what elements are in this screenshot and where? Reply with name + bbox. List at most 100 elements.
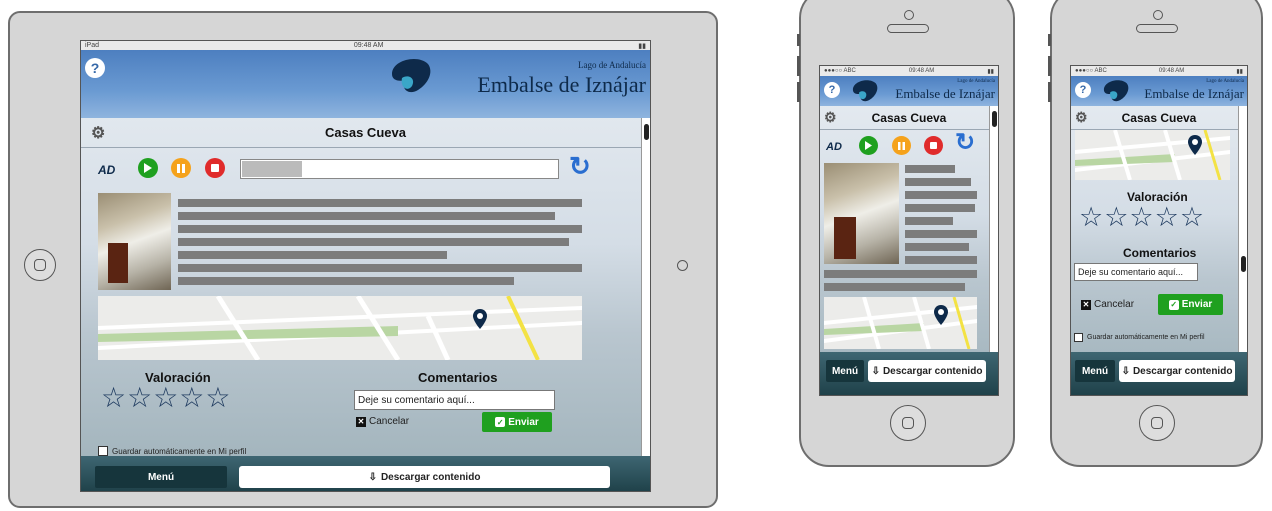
play-icon[interactable]	[138, 158, 158, 178]
cancel-label: Cancelar	[369, 416, 410, 427]
scrollbar[interactable]	[989, 106, 998, 352]
stop-icon[interactable]	[924, 136, 943, 155]
download-label: Descargar contenido	[1132, 365, 1233, 377]
page-title: Casas Cueva	[1121, 110, 1197, 125]
battery-icon: ▮▮	[638, 42, 646, 50]
gear-icon[interactable]: ⚙	[1075, 109, 1088, 126]
brand-subtitle: Lago de Andalucía	[957, 79, 995, 84]
brand-title: Embalse de Iznájar	[477, 72, 646, 97]
send-button[interactable]: ✓ Enviar	[1158, 294, 1223, 315]
app-footer: Menú ⇩ Descargar contenido	[1071, 352, 1247, 395]
rating-stars[interactable]: ☆☆☆☆☆	[1079, 202, 1205, 233]
cancel-button[interactable]: ✕ Cancelar	[1081, 299, 1134, 310]
menu-button[interactable]: Menú	[1075, 360, 1115, 382]
scrollbar-thumb[interactable]	[644, 124, 649, 140]
clock: 09:48 AM	[1158, 68, 1185, 74]
phone-device-2: ●●●○○ ABC 09:48 AM ▮▮ ? Lago de Andalucí…	[1048, 0, 1263, 467]
phone-speaker	[1136, 24, 1178, 33]
audio-description-icon[interactable]: AD	[826, 141, 842, 153]
scrollbar[interactable]	[641, 118, 650, 456]
download-icon: ⇩	[871, 365, 880, 377]
save-profile-checkbox[interactable]: Guardar automáticamente en Mi perfil	[98, 446, 246, 456]
phone-home-button[interactable]	[890, 405, 926, 441]
phone-home-button[interactable]	[1139, 405, 1175, 441]
page-title: Casas Cueva	[325, 125, 406, 140]
send-button[interactable]: ✓ Enviar	[482, 412, 552, 432]
save-profile-label: Guardar automáticamente en Mi perfil	[1087, 334, 1205, 341]
download-button[interactable]: ⇩ Descargar contenido	[868, 360, 986, 382]
page-title-bar: ⚙ Casas Cueva	[1071, 106, 1247, 130]
stop-icon[interactable]	[205, 158, 225, 178]
location-map[interactable]	[98, 296, 582, 360]
phone-screen-1: ●●●○○ ABC 09:48 AM ▮▮ ? Lago de Andalucí…	[819, 65, 999, 396]
tablet-home-button[interactable]	[24, 249, 56, 281]
close-icon: ✕	[356, 416, 366, 427]
status-bar: ●●●○○ ABC 09:48 AM ▮▮	[1071, 66, 1247, 76]
cancel-label: Cancelar	[1094, 299, 1135, 310]
help-icon[interactable]: ?	[824, 82, 840, 98]
gear-icon[interactable]: ⚙	[824, 109, 837, 126]
pause-icon[interactable]	[171, 158, 191, 178]
rating-stars[interactable]: ☆☆☆☆☆	[101, 381, 232, 414]
check-icon: ✓	[495, 417, 506, 427]
refresh-icon[interactable]: ↻	[569, 151, 591, 182]
phone-camera	[904, 10, 914, 20]
send-label: Enviar	[508, 416, 539, 428]
close-icon: ✕	[1081, 299, 1091, 310]
map-pin-icon	[934, 305, 948, 325]
status-bar: ●●●○○ ABC 09:48 AM ▮▮	[820, 66, 998, 76]
comment-input[interactable]: Deje su comentario aquí...	[1074, 263, 1198, 281]
help-icon[interactable]: ?	[1075, 82, 1091, 98]
pause-icon[interactable]	[892, 136, 911, 155]
brand-subtitle: Lago de Andalucía	[1206, 79, 1244, 84]
location-map[interactable]	[1075, 130, 1230, 180]
clock: 09:48 AM	[353, 42, 384, 49]
phone-camera	[1153, 10, 1163, 20]
app-header: ? Lago de Andalucía Embalse de Iznájar	[81, 50, 650, 118]
brand-title: Embalse de Iznájar	[1144, 86, 1244, 101]
app-footer: Menú ⇩ Descargar contenido	[820, 352, 998, 395]
status-bar: iPad 09:48 AM ▮▮	[81, 41, 650, 50]
battery-icon: ▮▮	[987, 68, 994, 75]
checkbox[interactable]	[98, 446, 108, 456]
download-button[interactable]: ⇩ Descargar contenido	[239, 466, 610, 488]
map-pin-icon	[473, 309, 487, 329]
location-map[interactable]	[824, 297, 977, 349]
download-label: Descargar contenido	[380, 471, 481, 483]
carrier-label: ●●●○○ ABC	[1075, 68, 1107, 74]
tablet-screen: iPad 09:48 AM ▮▮ ? Lago de Andalucía Emb…	[80, 40, 651, 492]
comment-input[interactable]: Deje su comentario aquí...	[354, 390, 555, 410]
cancel-button[interactable]: ✕ Cancelar	[356, 416, 409, 427]
page-title: Casas Cueva	[871, 110, 947, 125]
menu-button[interactable]: Menú	[826, 360, 864, 382]
download-icon: ⇩	[368, 471, 377, 483]
place-photo	[824, 163, 899, 264]
scrollbar[interactable]	[1238, 106, 1247, 352]
gear-icon[interactable]: ⚙	[91, 123, 105, 143]
phone-device-1: ●●●○○ ABC 09:48 AM ▮▮ ? Lago de Andalucí…	[797, 0, 1015, 467]
menu-button[interactable]: Menú	[95, 466, 227, 488]
scrollbar-thumb[interactable]	[1241, 256, 1246, 272]
download-icon: ⇩	[1121, 365, 1130, 377]
scrollbar-thumb[interactable]	[992, 111, 997, 127]
tablet-camera	[677, 260, 688, 271]
lake-logo-icon	[852, 80, 878, 102]
checkbox[interactable]	[1074, 333, 1083, 342]
lake-logo-icon	[392, 59, 431, 93]
save-profile-checkbox[interactable]: Guardar automáticamente en Mi perfil	[1074, 333, 1205, 342]
tablet-device: iPad 09:48 AM ▮▮ ? Lago de Andalucía Emb…	[8, 11, 718, 508]
place-photo	[98, 193, 171, 290]
help-icon[interactable]: ?	[85, 58, 105, 78]
phone-speaker	[887, 24, 929, 33]
carrier-label: ●●●○○ ABC	[824, 68, 856, 74]
audio-progress-bar[interactable]	[240, 159, 559, 179]
refresh-icon[interactable]: ↻	[955, 128, 975, 157]
lake-logo-icon	[1103, 80, 1129, 102]
comments-label: Comentarios	[1123, 246, 1197, 260]
download-button[interactable]: ⇩ Descargar contenido	[1119, 360, 1235, 382]
play-icon[interactable]	[859, 136, 878, 155]
comments-label: Comentarios	[418, 370, 498, 385]
audio-description-icon[interactable]: AD	[98, 163, 115, 177]
battery-icon: ▮▮	[1236, 68, 1243, 75]
save-profile-label: Guardar automáticamente en Mi perfil	[112, 446, 247, 456]
